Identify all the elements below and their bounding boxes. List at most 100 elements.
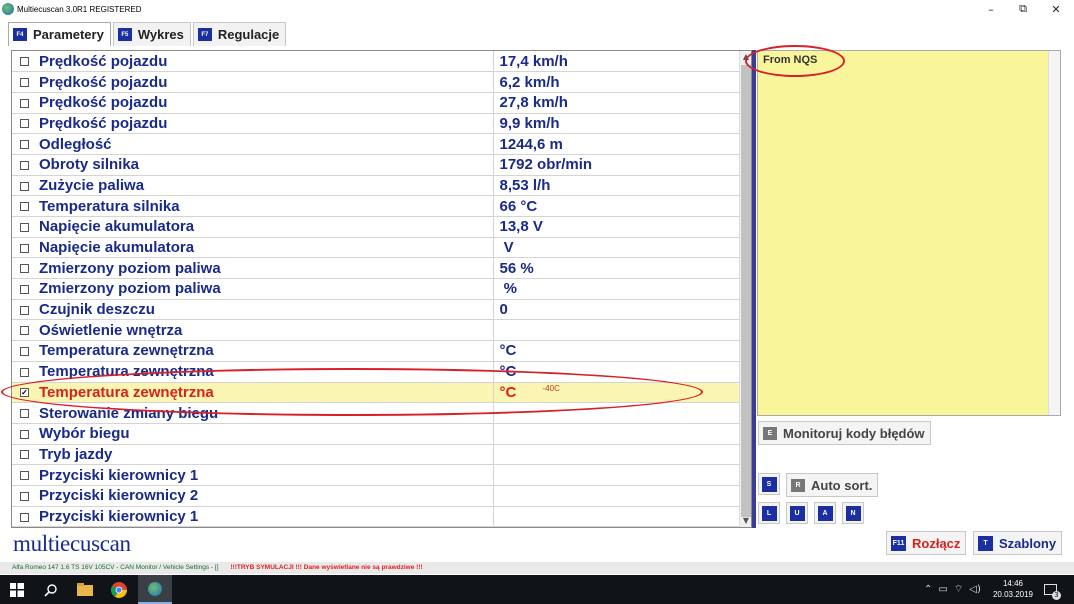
row-checkbox-cell[interactable] — [12, 361, 37, 383]
clock[interactable]: 14:46 20.03.2019 — [990, 578, 1036, 600]
scrollbar-thumb[interactable] — [741, 65, 751, 517]
row-checkbox-cell[interactable] — [12, 278, 37, 300]
table-row[interactable]: Zużycie paliwa 8,53 l/h — [12, 175, 740, 197]
n-key-button[interactable]: N — [842, 502, 864, 524]
checkbox-icon[interactable] — [20, 264, 29, 274]
table-row[interactable]: Prędkość pojazdu 6,2 km/h — [12, 71, 740, 93]
row-checkbox-cell[interactable] — [12, 71, 37, 93]
checkbox-icon[interactable] — [20, 119, 29, 129]
checkbox-icon[interactable] — [20, 326, 29, 336]
row-checkbox-cell[interactable] — [12, 319, 37, 342]
checkbox-icon[interactable] — [20, 305, 29, 315]
close-button[interactable]: ✕ — [1041, 0, 1071, 18]
row-checkbox-cell[interactable] — [12, 299, 37, 321]
row-checkbox-cell[interactable] — [12, 257, 37, 280]
maximize-button[interactable]: ⧉ — [1008, 0, 1038, 18]
table-row[interactable]: Wybór biegu — [12, 423, 740, 445]
checkbox-icon[interactable] — [20, 347, 29, 356]
table-row[interactable]: ✓ Temperatura zewnętrzna °C -40C — [12, 382, 740, 404]
auto-sort-button[interactable]: R Auto sort. — [786, 473, 879, 497]
table-row[interactable]: Zmierzony poziom paliwa % — [12, 278, 740, 300]
tray-icons[interactable]: ⌃ ▭ ⌔ ◁) — [924, 575, 981, 604]
table-row[interactable]: Temperatura silnika 66 °C — [12, 195, 740, 217]
row-checkbox-cell[interactable] — [12, 402, 37, 424]
row-checkbox-cell[interactable] — [12, 175, 37, 197]
row-checkbox-cell[interactable] — [12, 485, 37, 507]
monitor-error-codes-button[interactable]: E Monitoruj kody błędów — [758, 421, 931, 445]
minimize-button[interactable]: – — [976, 0, 1006, 18]
checkbox-icon[interactable] — [20, 202, 29, 212]
row-checkbox-cell[interactable] — [12, 51, 37, 73]
checkbox-icon[interactable] — [20, 491, 29, 501]
checkbox-icon[interactable] — [20, 57, 29, 67]
checkbox-icon[interactable] — [20, 140, 29, 150]
table-row[interactable]: Przyciski kierownicy 2 — [12, 485, 740, 507]
checkbox-icon[interactable] — [20, 512, 29, 522]
checkbox-icon[interactable] — [20, 471, 29, 481]
row-checkbox-cell[interactable] — [12, 340, 37, 362]
table-row[interactable]: Temperatura zewnętrzna °C — [12, 361, 740, 383]
row-checkbox-cell[interactable] — [12, 464, 37, 486]
checkbox-icon[interactable] — [20, 243, 29, 253]
windows-start-icon[interactable] — [0, 575, 34, 604]
table-row[interactable]: Przyciski kierownicy 1 — [12, 464, 740, 486]
templates-button[interactable]: T Szablony — [973, 531, 1063, 555]
row-checkbox-cell[interactable]: ✓ — [12, 382, 37, 404]
table-row[interactable]: Napięcie akumulatora 13,8 V — [12, 216, 740, 238]
notification-center-icon[interactable]: 3 — [1044, 575, 1061, 604]
wifi-icon[interactable]: ⌔ — [954, 583, 963, 596]
panel-splitter[interactable] — [752, 50, 756, 528]
table-row[interactable]: Oświetlenie wnętrza — [12, 319, 740, 342]
row-checkbox-cell[interactable] — [12, 113, 37, 135]
checkbox-icon[interactable] — [20, 450, 29, 460]
table-row[interactable]: Zmierzony poziom paliwa 56 % — [12, 257, 740, 280]
table-row[interactable]: Prędkość pojazdu 17,4 km/h — [12, 51, 740, 73]
multiecuscan-taskbar-icon[interactable] — [138, 575, 172, 604]
network-icon[interactable]: ▭ — [938, 584, 947, 595]
table-row[interactable]: Temperatura zewnętrzna °C — [12, 340, 740, 362]
table-scrollbar[interactable]: ▲ ▼ — [739, 51, 751, 527]
table-row[interactable]: Obroty silnika 1792 obr/min — [12, 154, 740, 176]
table-row[interactable]: Odległość 1244,6 m — [12, 133, 740, 155]
tab-parametery[interactable]: F4 Parametery — [8, 22, 111, 46]
row-checkbox-cell[interactable] — [12, 444, 37, 466]
checkbox-icon[interactable] — [20, 429, 29, 439]
l-key-button[interactable]: L — [758, 502, 780, 524]
row-checkbox-cell[interactable] — [12, 195, 37, 217]
scroll-up-icon[interactable]: ▲ — [740, 51, 752, 63]
checkbox-icon[interactable] — [20, 409, 29, 419]
checkbox-icon[interactable] — [20, 181, 29, 191]
notes-scrollbar[interactable] — [1048, 51, 1060, 415]
notes-panel[interactable]: From NQS — [757, 50, 1061, 416]
checkbox-icon[interactable] — [20, 160, 29, 170]
table-row[interactable]: Przyciski kierownicy 1 — [12, 506, 740, 528]
table-row[interactable]: Czujnik deszczu 0 — [12, 299, 740, 321]
checkbox-icon[interactable] — [20, 367, 29, 377]
volume-icon[interactable]: ◁) — [969, 584, 981, 595]
file-explorer-icon[interactable] — [68, 575, 102, 604]
scroll-down-icon[interactable]: ▼ — [740, 515, 752, 527]
search-icon[interactable] — [34, 575, 68, 604]
table-row[interactable]: Prędkość pojazdu 27,8 km/h — [12, 92, 740, 114]
checkbox-checked-icon[interactable]: ✓ — [20, 388, 29, 398]
table-row[interactable]: Napięcie akumulatora V — [12, 237, 740, 259]
s-key-button[interactable]: S — [758, 473, 780, 495]
table-row[interactable]: Sterowanie zmiany biegu — [12, 402, 740, 424]
row-checkbox-cell[interactable] — [12, 506, 37, 528]
a-key-button[interactable]: A — [814, 502, 836, 524]
table-row[interactable]: Prędkość pojazdu 9,9 km/h — [12, 113, 740, 135]
row-checkbox-cell[interactable] — [12, 237, 37, 259]
table-row[interactable]: Tryb jazdy — [12, 444, 740, 466]
checkbox-icon[interactable] — [20, 78, 29, 88]
chrome-icon[interactable] — [102, 575, 136, 604]
row-checkbox-cell[interactable] — [12, 216, 37, 238]
row-checkbox-cell[interactable] — [12, 92, 37, 114]
row-checkbox-cell[interactable] — [12, 423, 37, 445]
checkbox-icon[interactable] — [20, 222, 29, 232]
disconnect-button[interactable]: F11 Rozłącz — [886, 531, 967, 555]
row-checkbox-cell[interactable] — [12, 154, 37, 176]
tab-regulacje[interactable]: F7 Regulacje — [192, 22, 287, 46]
u-key-button[interactable]: U — [786, 502, 808, 524]
checkbox-icon[interactable] — [20, 98, 29, 108]
tab-wykres[interactable]: F5 Wykres — [112, 22, 191, 46]
